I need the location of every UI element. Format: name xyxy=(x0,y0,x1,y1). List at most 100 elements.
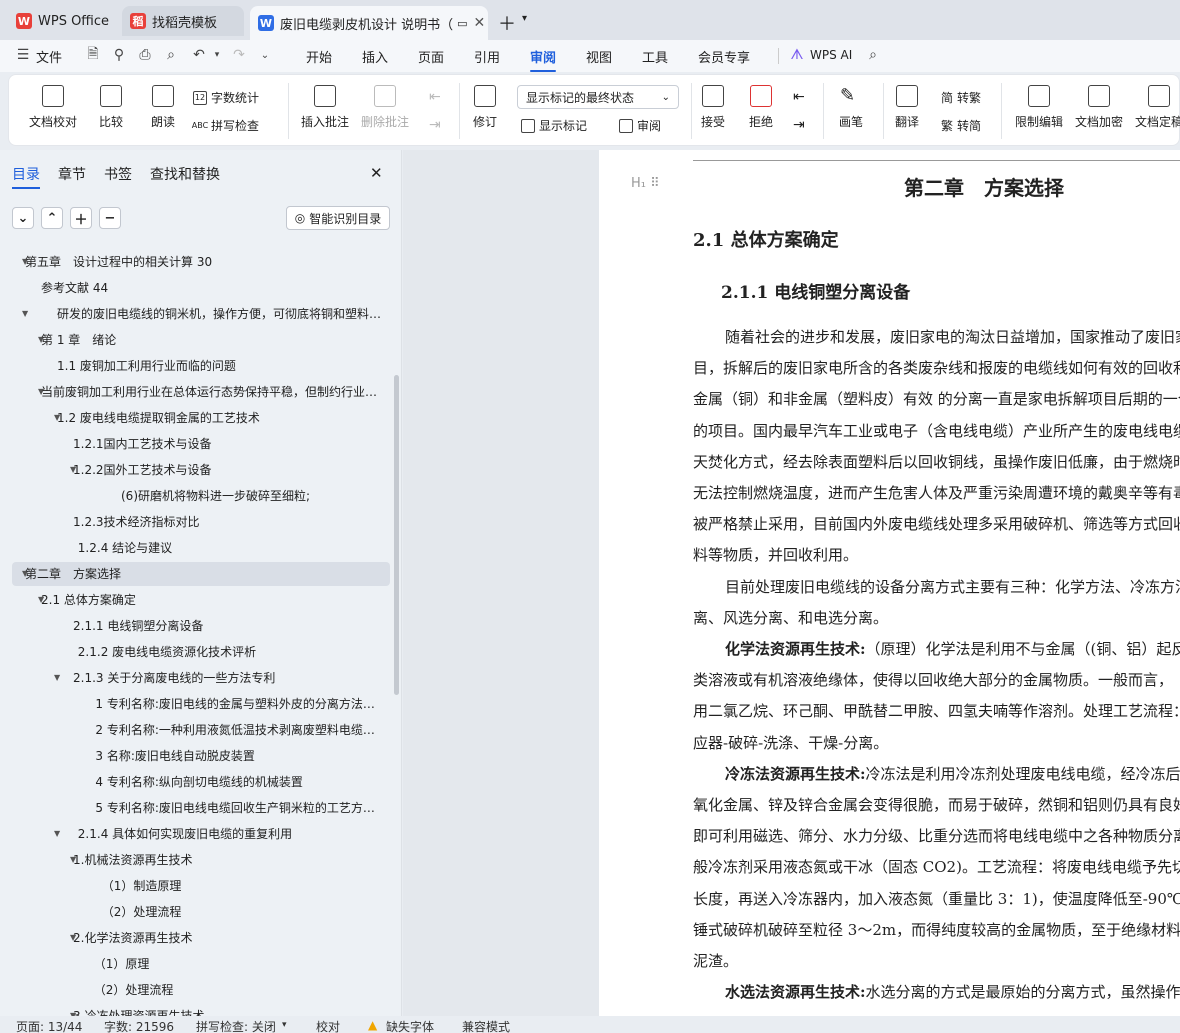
toc-item[interactable]: ▼ 第二章 方案选择 xyxy=(12,562,390,586)
doc-check-button[interactable]: 文档校对 xyxy=(29,85,77,130)
translate-button[interactable]: 翻译 xyxy=(895,85,919,130)
insert-comment-button[interactable]: 插入批注 xyxy=(301,85,349,130)
search-icon[interactable]: ⌕ xyxy=(864,46,882,64)
wps-ai-icon[interactable]: ᗑ xyxy=(788,46,806,64)
toc-item[interactable]: ▼ 1.2.2国外工艺技术与设备 xyxy=(12,458,390,482)
undo-dropdown-icon[interactable]: ▾ xyxy=(208,46,226,64)
panel-tab-toc[interactable]: 目录 xyxy=(12,164,40,189)
toc-expand-icon[interactable]: ▼ xyxy=(22,302,28,326)
toc-item[interactable]: ▼ 2.1 总体方案确定 xyxy=(12,588,390,612)
doc-encrypt-button[interactable]: 文档加密 xyxy=(1075,85,1123,130)
print-preview-icon[interactable]: ⌕ xyxy=(162,46,180,64)
pen-button[interactable]: ✎ 画笔 xyxy=(839,85,863,130)
missing-font-status[interactable]: 缺失字体 xyxy=(386,1018,434,1033)
toc-item[interactable]: ▼ 2.1.3 关于分离废电线的一些方法专利 xyxy=(12,666,390,690)
save-icon[interactable]: 🗎 xyxy=(84,46,102,64)
delete-comment-button[interactable]: 删除批注 xyxy=(361,85,409,130)
tab-document[interactable]: W 废旧电缆剥皮机设计 说明书（ ▭ ✕ xyxy=(250,6,488,40)
close-tab-icon[interactable]: ✕ xyxy=(468,15,486,31)
toc-item[interactable]: 1 专利名称:废旧电线的金属与塑料外皮的分离方法及装置 xyxy=(12,692,390,716)
toc-item[interactable]: ▼ 第五章 设计过程中的相关计算 30 xyxy=(12,250,390,274)
markup-state-select[interactable]: 显示标记的最终状态 ⌄ xyxy=(517,85,679,109)
toc-item[interactable]: ▼ 1.机械法资源再生技术 xyxy=(12,848,390,872)
toc-item[interactable]: 3 名称:废旧电线自动脱皮装置 xyxy=(12,744,390,768)
print-icon[interactable]: ⎙ xyxy=(136,46,154,64)
doc-finalize-button[interactable]: 文档定稿 xyxy=(1135,85,1180,130)
next-change-icon[interactable]: ⇥ xyxy=(793,117,805,133)
add-level-button[interactable]: ＋ xyxy=(70,207,92,229)
toc-item[interactable]: 2 专利名称:一种利用液氮低温技术剥离废塑料电缆的方法 xyxy=(12,718,390,742)
close-panel-icon[interactable]: ✕ xyxy=(370,164,383,182)
to-simplified-button[interactable]: 繁 转简 xyxy=(941,117,981,134)
tab-list-chevron-icon[interactable]: ▾ xyxy=(522,13,527,24)
prev-change-icon[interactable]: ⇤ xyxy=(793,89,805,105)
menu-insert[interactable]: 插入 xyxy=(362,47,388,66)
toc-item[interactable]: ▼ 3.冷冻处理资源再生技术 xyxy=(12,1004,390,1016)
revise-button[interactable]: 修订 xyxy=(473,85,497,130)
undo-icon[interactable]: ↶ xyxy=(190,46,208,64)
toc-item[interactable]: 2.1.1 电线铜塑分离设备 xyxy=(12,614,390,638)
read-aloud-button[interactable]: 朗读 xyxy=(151,85,175,130)
new-tab-icon[interactable]: ＋ xyxy=(498,10,516,36)
toc-item[interactable]: （2）处理流程 xyxy=(12,978,390,1002)
toc-item[interactable]: ▼ 1.2 废电线电缆提取铜金属的工艺技术 xyxy=(12,406,390,430)
toc-item[interactable]: 参考文献 44 xyxy=(12,276,390,300)
toc-item[interactable]: 2.1.2 废电线电缆资源化技术评析 xyxy=(12,640,390,664)
toc-expand-icon[interactable]: ▼ xyxy=(54,822,60,846)
toc-item[interactable]: （1）原理 xyxy=(12,952,390,976)
redo-icon[interactable]: ↷ xyxy=(230,46,248,64)
toc-item[interactable]: 5 专利名称:废旧电线电缆回收生产铜米粒的工艺方法及设备 xyxy=(12,796,390,820)
menu-view[interactable]: 视图 xyxy=(586,47,612,66)
panel-tab-chapters[interactable]: 章节 xyxy=(58,164,86,184)
menu-home[interactable]: 开始 xyxy=(306,47,332,66)
toc-expand-icon[interactable]: ▼ xyxy=(54,666,60,690)
toc-item[interactable]: 4 专利名称:纵向剖切电缆线的机械装置 xyxy=(12,770,390,794)
menu-tools[interactable]: 工具 xyxy=(642,47,668,66)
toc-item[interactable]: ▼当前废铜加工利用行业在总体运行态势保持平稳，但制约行业发展的问题 xyxy=(12,380,390,404)
toc-item[interactable]: ▼ 研发的废旧电缆线的铜米机，操作方便，可彻底将铜和塑料分离，工作时，对环境无污染… xyxy=(12,302,390,326)
toc-item[interactable]: ▼ 2.化学法资源再生技术 xyxy=(12,926,390,950)
toc-item[interactable]: 1.2.4 结论与建议 xyxy=(12,536,390,560)
menu-membership[interactable]: 会员专享 xyxy=(698,47,750,66)
menu-wps-ai[interactable]: WPS AI xyxy=(810,48,852,62)
spell-chevron-icon[interactable]: ▾ xyxy=(282,1020,287,1030)
reject-button[interactable]: 拒绝 xyxy=(749,85,773,130)
menu-file[interactable]: 文件 xyxy=(36,47,62,66)
spell-check-status[interactable]: 拼写检查: 关闭 xyxy=(196,1018,276,1033)
heading-handle-icon[interactable]: H₁ ⠿ xyxy=(631,176,660,191)
show-markup-button[interactable]: 显示标记 xyxy=(521,117,587,134)
toc-item[interactable]: （2）处理流程 xyxy=(12,900,390,924)
toc-item[interactable]: 1.2.1国内工艺技术与设备 xyxy=(12,432,390,456)
expand-button[interactable]: ⌃ xyxy=(41,207,63,229)
toc-item[interactable]: ▼ 第 1 章 绪论 xyxy=(12,328,390,352)
spell-check-button[interactable]: ABC 拼写检查 xyxy=(192,117,259,134)
proofread-status[interactable]: 校对 xyxy=(316,1018,340,1033)
review-pane-button[interactable]: 审阅 xyxy=(619,117,661,134)
more-dropdown-icon[interactable]: ⌄ xyxy=(256,46,274,64)
page-indicator[interactable]: 页面: 13/44 xyxy=(16,1018,82,1033)
compat-mode-status[interactable]: 兼容模式 xyxy=(462,1018,510,1033)
toc-item[interactable]: (6)研磨机将物料进一步破碎至细粒; xyxy=(12,484,390,508)
panel-scrollbar[interactable] xyxy=(394,375,399,695)
toc-item[interactable]: （1）制造原理 xyxy=(12,874,390,898)
panel-tab-bookmarks[interactable]: 书签 xyxy=(104,164,132,184)
prev-comment-icon[interactable]: ⇤ xyxy=(429,89,441,105)
word-count[interactable]: 字数: 21596 xyxy=(104,1018,174,1033)
toc-item[interactable]: 1.1 废铜加工利用行业而临的问题 xyxy=(12,354,390,378)
panel-tab-find-replace[interactable]: 查找和替换 xyxy=(150,164,220,184)
restrict-edit-button[interactable]: 限制编辑 xyxy=(1015,85,1063,130)
smart-toc-button[interactable]: ◎ 智能识别目录 xyxy=(286,206,390,230)
menu-page[interactable]: 页面 xyxy=(418,47,444,66)
toc-item[interactable]: 1.2.3技术经济指标对比 xyxy=(12,510,390,534)
share-icon[interactable]: ⚲ xyxy=(110,46,128,64)
word-count-button[interactable]: 12 字数统计 xyxy=(193,89,259,106)
compare-button[interactable]: 比较 xyxy=(99,85,123,130)
next-comment-icon[interactable]: ⇥ xyxy=(429,117,441,133)
accept-button[interactable]: 接受 xyxy=(701,85,725,130)
toc-item[interactable]: ▼ 2.1.4 具体如何实现废旧电缆的重复利用 xyxy=(12,822,390,846)
tab-wps-office[interactable]: W WPS Office xyxy=(8,6,116,36)
menu-reference[interactable]: 引用 xyxy=(474,47,500,66)
menu-review[interactable]: 审阅 xyxy=(530,47,557,72)
tab-template[interactable]: 稻 找稻壳模板 xyxy=(122,6,244,36)
collapse-button[interactable]: ⌄ xyxy=(12,207,34,229)
